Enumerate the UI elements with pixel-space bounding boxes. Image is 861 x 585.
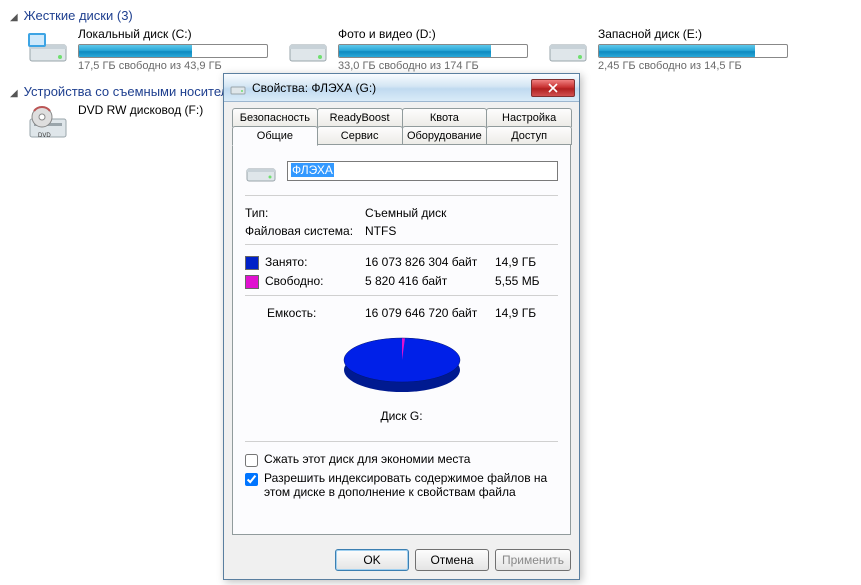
index-checkbox-row[interactable]: Разрешить индексировать содержимое файло… <box>245 469 558 501</box>
capacity-text: 2,45 ГБ свободно из 14,5 ГБ <box>598 60 788 72</box>
tab-sharing[interactable]: Доступ <box>486 126 572 145</box>
section-count: (3) <box>117 8 133 23</box>
capacity-bar <box>598 44 788 58</box>
type-label: Тип: <box>245 206 365 220</box>
capacity-label: Емкость: <box>267 306 316 320</box>
tab-row-top: Безопасность ReadyBoost Квота Настройка <box>232 108 571 127</box>
usage-pie-chart: Диск G: <box>245 322 558 427</box>
ok-button[interactable]: OK <box>335 549 409 571</box>
filesystem-value: NTFS <box>365 224 495 238</box>
free-label: Свободно: <box>265 274 324 288</box>
capacity-bar <box>338 44 528 58</box>
pie-caption: Диск G: <box>245 409 558 423</box>
chevron-down-icon: ◢ <box>10 12 20 23</box>
compress-checkbox-row[interactable]: Сжать этот диск для экономии места <box>245 450 558 469</box>
dialog-button-row: OK Отмена Применить <box>224 541 579 579</box>
free-swatch-icon <box>245 275 259 289</box>
apply-button[interactable]: Применить <box>495 549 571 571</box>
divider <box>245 295 558 296</box>
capacity-text: 33,0 ГБ свободно из 174 ГБ <box>338 60 528 72</box>
section-title: Жесткие диски <box>24 8 114 23</box>
drive-icon <box>230 80 246 96</box>
used-human: 14,9 ГБ <box>495 255 558 270</box>
drive-icon <box>245 157 277 185</box>
volume-name-input[interactable]: ФЛЭХА <box>287 161 558 181</box>
drive-name: Запасной диск (E:) <box>598 27 788 41</box>
capacity-bar <box>78 44 268 58</box>
cancel-button[interactable]: Отмена <box>415 549 489 571</box>
divider <box>245 441 558 442</box>
divider <box>245 195 558 196</box>
hard-drives-list: Локальный диск (C:) 17,5 ГБ свободно из … <box>10 27 851 72</box>
type-value: Съемный диск <box>365 206 495 220</box>
used-swatch-icon <box>245 256 259 270</box>
index-checkbox[interactable] <box>245 473 258 486</box>
tab-customize[interactable]: Настройка <box>486 108 572 127</box>
hard-drive-icon <box>26 27 70 67</box>
free-bytes: 5 820 416 байт <box>365 274 495 289</box>
drive-item[interactable]: Фото и видео (D:) 33,0 ГБ свободно из 17… <box>286 27 526 72</box>
capacity-text: 17,5 ГБ свободно из 43,9 ГБ <box>78 60 268 72</box>
properties-dialog: Свойства: ФЛЭХА (G:) Безопасность ReadyB… <box>223 73 580 580</box>
divider <box>245 244 558 245</box>
tab-row-bottom: Общие Сервис Оборудование Доступ <box>232 126 571 145</box>
dvd-drive-icon: DVD <box>26 103 70 146</box>
tab-tools[interactable]: Сервис <box>317 126 403 145</box>
hard-drive-icon <box>286 27 330 67</box>
capacity-bytes: 16 079 646 720 байт <box>365 306 495 320</box>
compress-checkbox[interactable] <box>245 454 258 467</box>
filesystem-label: Файловая система: <box>245 224 365 238</box>
free-human: 5,55 МБ <box>495 274 558 289</box>
section-hard-drives[interactable]: ◢ Жесткие диски (3) <box>10 6 851 27</box>
tab-general[interactable]: Общие <box>232 126 318 146</box>
index-label: Разрешить индексировать содержимое файло… <box>264 471 558 499</box>
capacity-human: 14,9 ГБ <box>495 306 558 320</box>
used-label: Занято: <box>265 255 307 269</box>
chevron-down-icon: ◢ <box>10 88 20 99</box>
close-button[interactable] <box>531 79 575 97</box>
compress-label: Сжать этот диск для экономии места <box>264 452 558 466</box>
titlebar[interactable]: Свойства: ФЛЭХА (G:) <box>224 74 579 102</box>
tab-quota[interactable]: Квота <box>402 108 488 127</box>
drive-item[interactable]: Запасной диск (E:) 2,45 ГБ свободно из 1… <box>546 27 786 72</box>
drive-item[interactable]: Локальный диск (C:) 17,5 ГБ свободно из … <box>26 27 266 72</box>
drive-name: Локальный диск (C:) <box>78 27 268 41</box>
drive-name: Фото и видео (D:) <box>338 27 528 41</box>
section-title: Устройства со съемными носителями <box>24 84 252 99</box>
tab-panel-general: ФЛЭХА Тип: Съемный диск Файловая система… <box>232 144 571 535</box>
svg-text:DVD: DVD <box>38 133 51 139</box>
dialog-title: Свойства: ФЛЭХА (G:) <box>252 81 531 95</box>
hard-drive-icon <box>546 27 590 67</box>
tab-hardware[interactable]: Оборудование <box>402 126 488 145</box>
tab-security[interactable]: Безопасность <box>232 108 318 127</box>
tab-readyboost[interactable]: ReadyBoost <box>317 108 403 127</box>
used-bytes: 16 073 826 304 байт <box>365 255 495 270</box>
